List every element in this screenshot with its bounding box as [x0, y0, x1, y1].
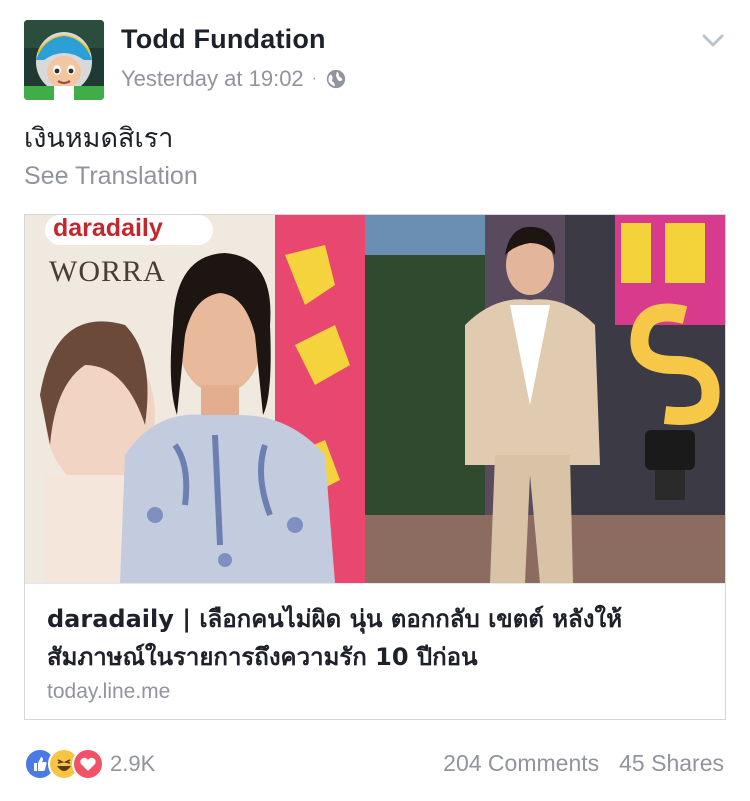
reactions-summary[interactable]: 2.9K: [24, 748, 155, 780]
daradaily-logo-text: daradaily: [53, 215, 163, 242]
chevron-down-icon[interactable]: [698, 26, 728, 56]
link-domain: today.line.me: [47, 680, 171, 703]
meta-separator: ·: [311, 70, 317, 87]
link-preview-image[interactable]: daradaily WORRA: [25, 215, 725, 583]
post-meta: Yesterday at 19:02 ·: [121, 66, 347, 92]
see-translation-link[interactable]: See Translation: [24, 162, 198, 191]
author-name[interactable]: Todd Fundation: [121, 24, 326, 55]
link-title[interactable]: daradaily | เลือกคนไม่ผิด นุ่น ตอกกลับ เ…: [47, 600, 707, 676]
post-text: เงินหมดสิเรา: [24, 123, 174, 154]
facebook-post: Todd Fundation Yesterday at 19:02 · เงิน…: [0, 0, 750, 801]
love-icon: [72, 748, 104, 780]
engagement-stats: 204 Comments 45 Shares: [443, 750, 724, 777]
racing-helmet-avatar-image: [24, 20, 104, 100]
worra-brand-text: WORRA: [49, 255, 166, 288]
timestamp[interactable]: Yesterday at 19:02: [121, 66, 304, 92]
author-avatar[interactable]: [24, 20, 104, 100]
link-preview-card[interactable]: daradaily WORRA daradaily | เลือกคนไม่ผิ…: [24, 214, 726, 720]
globe-icon[interactable]: [325, 68, 347, 90]
comments-count-link[interactable]: 204 Comments: [443, 750, 599, 777]
shares-count-link[interactable]: 45 Shares: [619, 750, 724, 777]
reaction-count: 2.9K: [110, 751, 156, 776]
link-preview-body[interactable]: daradaily | เลือกคนไม่ผิด นุ่น ตอกกลับ เ…: [25, 583, 725, 719]
